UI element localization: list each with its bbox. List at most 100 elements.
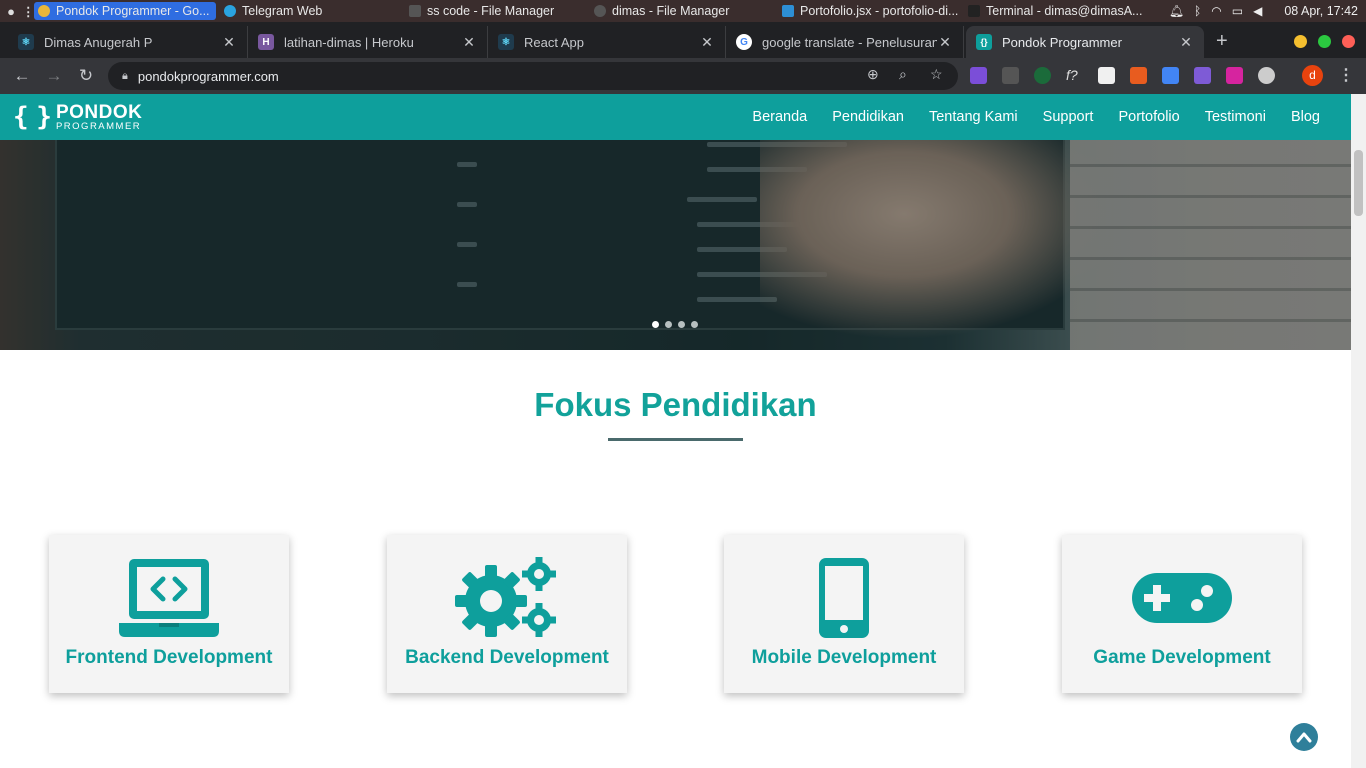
close-tab-icon[interactable]: ✕ — [221, 34, 237, 51]
menu-item-pendidikan[interactable]: Pendidikan — [832, 109, 904, 125]
card-game[interactable]: Game Development — [1062, 535, 1302, 693]
page-viewport: { } PONDOK PROGRAMMER Beranda Pendidikan… — [0, 94, 1366, 768]
react-icon: ⚛ — [18, 34, 34, 50]
forward-arrow-icon[interactable]: → — [44, 66, 64, 86]
chrome-icon — [38, 5, 50, 17]
url-text: pondokprogrammer.com — [137, 68, 279, 84]
close-window-button[interactable] — [1342, 35, 1355, 48]
telegram-icon — [224, 5, 236, 17]
logo-braces-icon: { } — [13, 102, 52, 132]
notification-bell-icon[interactable]: 🔔︎ — [1169, 4, 1184, 18]
reload-icon[interactable]: ↻ — [76, 66, 96, 86]
menu-item-blog[interactable]: Blog — [1291, 109, 1320, 125]
extension-globe-icon[interactable] — [1258, 67, 1275, 84]
tab-title: latihan-dimas | Heroku — [284, 34, 414, 50]
site-navbar: { } PONDOK PROGRAMMER Beranda Pendidikan… — [0, 94, 1351, 140]
tab-title: Dimas Anugerah P — [44, 34, 153, 50]
browser-tab[interactable]: ⚛ React App ✕ — [488, 26, 726, 58]
extension-target-icon[interactable] — [1034, 67, 1051, 84]
battery-icon[interactable]: ▭ — [1232, 4, 1243, 18]
menu-item-testimoni[interactable]: Testimoni — [1205, 109, 1266, 125]
react-icon: ⚛ — [498, 34, 514, 50]
install-app-icon[interactable]: ⊕ — [867, 66, 879, 83]
card-label: Frontend Development — [65, 647, 273, 668]
folder-icon — [594, 5, 606, 17]
site-logo[interactable]: { } PONDOK PROGRAMMER — [13, 102, 142, 132]
browser-menu-icon[interactable]: ⋮ — [1338, 65, 1354, 85]
extension-calendar-icon[interactable] — [1098, 67, 1115, 84]
carousel-dot[interactable] — [691, 321, 698, 328]
close-tab-icon[interactable]: ✕ — [699, 34, 715, 51]
vscode-icon — [782, 5, 794, 17]
taskbar-item-chrome[interactable]: Pondok Programmer - Go... — [34, 2, 216, 20]
extension-feather-icon[interactable] — [1194, 67, 1211, 84]
hero-carousel[interactable] — [0, 140, 1351, 350]
maximize-window-button[interactable] — [1318, 35, 1331, 48]
taskbar-item-terminal[interactable]: Terminal - dimas@dimasA... — [964, 2, 1144, 20]
carousel-indicators — [652, 321, 698, 328]
menu-item-portofolio[interactable]: Portofolio — [1118, 109, 1179, 125]
logo-word-2: PROGRAMMER — [55, 120, 142, 132]
browser-tab[interactable]: H latihan-dimas | Heroku ✕ — [248, 26, 488, 58]
taskbar-item-file-manager-2[interactable]: dimas - File Manager — [590, 2, 770, 20]
close-tab-icon[interactable]: ✕ — [1178, 34, 1194, 51]
system-tray: 🔔︎ ᛒ ◠ ▭ ◀︎ 08 Apr, 17:42 — [1169, 0, 1366, 22]
carousel-dot[interactable] — [678, 321, 685, 328]
scroll-to-top-button[interactable] — [1290, 723, 1318, 751]
wifi-icon[interactable]: ◠ — [1211, 4, 1221, 18]
tab-title: React App — [524, 34, 584, 50]
tab-title: Pondok Programmer — [1002, 34, 1122, 50]
site-menu: Beranda Pendidikan Tentang Kami Support … — [752, 94, 1320, 140]
scrollbar-thumb[interactable] — [1354, 150, 1363, 216]
card-backend[interactable]: Backend Development — [387, 535, 627, 693]
taskbar-label: Portofolio.jsx - portofolio-di... — [800, 4, 958, 18]
menu-item-beranda[interactable]: Beranda — [752, 109, 807, 125]
taskbar-item-telegram[interactable]: Telegram Web — [220, 2, 400, 20]
os-top-bar: ● ⋮ Pondok Programmer - Go... Telegram W… — [0, 0, 1366, 22]
bluetooth-icon[interactable]: ᛒ — [1194, 4, 1201, 18]
close-tab-icon[interactable]: ✕ — [937, 34, 953, 51]
google-translate-icon[interactable] — [1162, 67, 1179, 84]
lock-icon: 🔒︎ — [122, 69, 128, 82]
browser-tab[interactable]: ⚛ Dimas Anugerah P ✕ — [8, 26, 248, 58]
taskbar-label: Terminal - dimas@dimasA... — [986, 4, 1143, 18]
tab-title: google translate - Penelusuran — [762, 34, 937, 50]
browser-toolbar: ← → ↻ 🔒︎ pondokprogrammer.com ⊕ ⌕ ☆ f? d… — [0, 58, 1366, 94]
menu-item-support[interactable]: Support — [1043, 109, 1094, 125]
section-title: Fokus Pendidikan — [534, 386, 817, 423]
gamepad-icon — [1062, 557, 1302, 639]
extension-pen-icon[interactable] — [1002, 67, 1019, 84]
carousel-dot-active[interactable] — [652, 321, 659, 328]
menu-item-tentang-kami[interactable]: Tentang Kami — [929, 109, 1018, 125]
browser-tab-strip: ⚛ Dimas Anugerah P ✕ H latihan-dimas | H… — [0, 22, 1366, 58]
extension-function-icon[interactable]: f? — [1066, 67, 1083, 84]
clock[interactable]: 08 Apr, 17:42 — [1284, 4, 1358, 18]
new-tab-icon[interactable]: + — [1216, 30, 1228, 53]
minimize-window-button[interactable] — [1294, 35, 1307, 48]
volume-icon[interactable]: ◀︎ — [1253, 4, 1262, 18]
taskbar-item-vscode[interactable]: Portofolio.jsx - portofolio-di... — [778, 2, 958, 20]
taskbar-item-file-manager-1[interactable]: ss code - File Manager — [405, 2, 585, 20]
instagram-icon[interactable] — [1226, 67, 1243, 84]
browser-tab-active[interactable]: {} Pondok Programmer ✕ — [966, 26, 1204, 58]
close-tab-icon[interactable]: ✕ — [461, 34, 477, 51]
laptop-code-icon — [49, 557, 289, 639]
browser-tab[interactable]: G google translate - Penelusuran ✕ — [726, 26, 964, 58]
logo-word-1: PONDOK — [55, 101, 143, 123]
carousel-dot[interactable] — [665, 321, 672, 328]
taskbar-label: Telegram Web — [242, 4, 323, 18]
card-label: Backend Development — [405, 647, 609, 668]
apple-menu-icon[interactable]: ● — [0, 4, 22, 19]
extension-puzzle-icon[interactable] — [1130, 67, 1147, 84]
address-bar[interactable]: 🔒︎ pondokprogrammer.com — [108, 62, 958, 90]
taskbar-label: ss code - File Manager — [427, 4, 555, 18]
card-mobile[interactable]: Mobile Development — [724, 535, 964, 693]
zoom-icon[interactable]: ⌕ — [899, 66, 907, 83]
card-frontend[interactable]: Frontend Development — [49, 535, 289, 693]
back-arrow-icon[interactable]: ← — [12, 66, 32, 86]
page-scrollbar[interactable] — [1351, 94, 1366, 768]
bookmark-star-icon[interactable]: ☆ — [930, 66, 943, 83]
app-menu-icon[interactable]: ⋮ — [22, 4, 35, 19]
extension-icon[interactable] — [970, 67, 987, 84]
profile-avatar[interactable]: d — [1302, 65, 1323, 86]
